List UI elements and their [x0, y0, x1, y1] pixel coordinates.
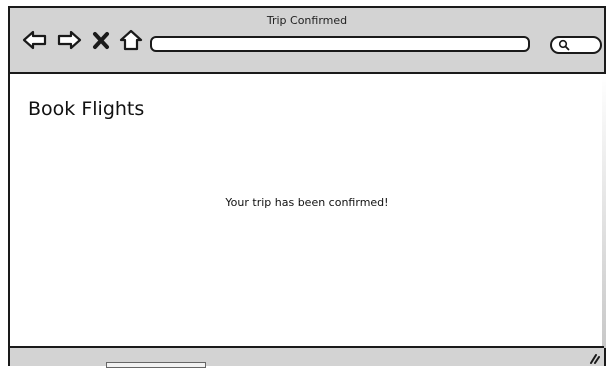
search-icon — [558, 39, 570, 51]
search-button[interactable] — [550, 36, 602, 54]
status-bar — [10, 346, 604, 368]
address-bar[interactable] — [150, 36, 530, 52]
browser-window: Trip Confirmed Book Flights Your trip ha… — [8, 6, 606, 368]
back-button[interactable] — [22, 28, 48, 52]
window-title: Trip Confirmed — [266, 14, 348, 27]
home-button[interactable] — [118, 28, 144, 52]
arrow-right-icon — [57, 30, 82, 50]
resize-grip-icon[interactable] — [588, 352, 600, 364]
stop-button[interactable] — [90, 28, 112, 52]
status-field — [106, 362, 206, 368]
page-title: Book Flights — [28, 98, 145, 120]
confirmation-message: Your trip has been confirmed! — [225, 196, 389, 209]
window-edge-shadow — [602, 74, 606, 348]
browser-toolbar: Trip Confirmed — [10, 8, 604, 74]
arrow-left-icon — [22, 30, 47, 50]
home-icon — [119, 29, 143, 51]
forward-button[interactable] — [56, 28, 82, 52]
page-content: Book Flights Your trip has been confirme… — [10, 74, 604, 348]
close-icon — [93, 32, 109, 49]
